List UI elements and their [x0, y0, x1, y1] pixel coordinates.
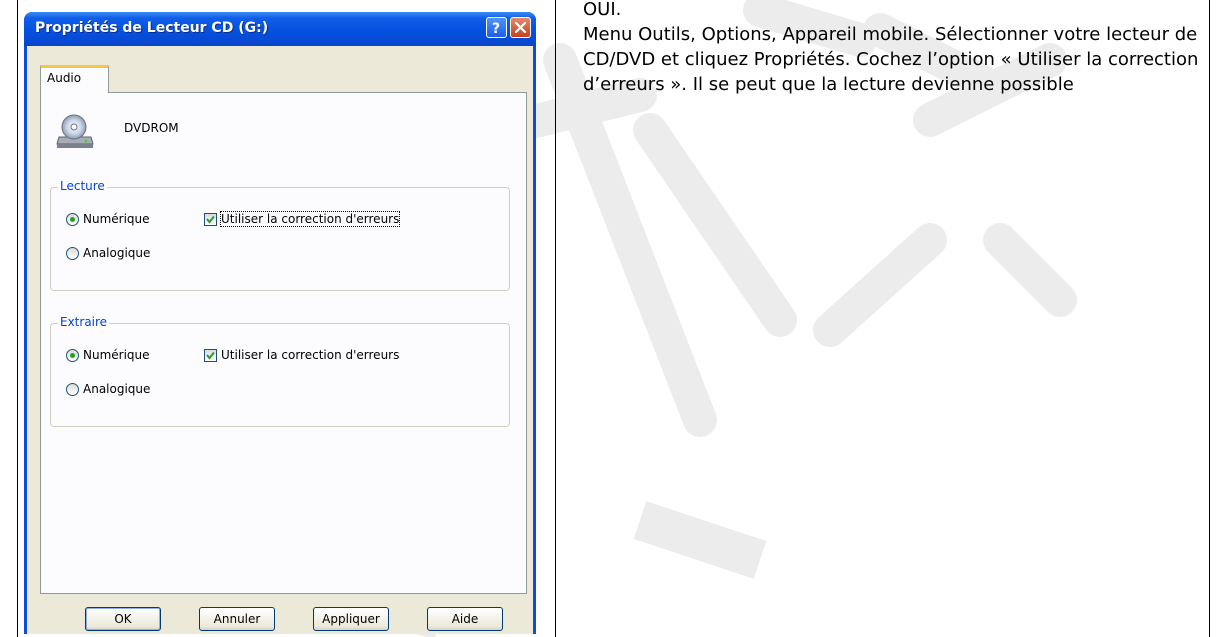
tab-panel-audio: DVDROM Lecture Numérique Analogique Util…: [40, 92, 527, 594]
checkbox-extraire-correction-label[interactable]: Utiliser la correction d'erreurs: [221, 348, 399, 362]
radio-lecture-analogique-label[interactable]: Analogique: [83, 246, 150, 260]
answer-line-2: Menu Outils, Options, Appareil mobile. S…: [583, 24, 1199, 95]
help-text-button[interactable]: Aide: [427, 607, 503, 631]
answer-line-1: OUI.: [583, 0, 622, 20]
groupbox-lecture: Lecture Numérique Analogique Utiliser la…: [50, 179, 510, 291]
apply-button[interactable]: Appliquer: [313, 607, 389, 631]
checkbox-lecture-correction-label[interactable]: Utiliser la correction d'erreurs: [219, 211, 401, 227]
close-button[interactable]: [510, 17, 531, 38]
tab-audio-label: Audio: [47, 71, 82, 85]
help-button[interactable]: ?: [486, 17, 507, 38]
cd-drive-icon: [56, 114, 94, 148]
checkmark-icon: [206, 351, 215, 360]
properties-dialog: Propriétés de Lecteur CD (G:) ? Audio DV…: [24, 12, 536, 634]
ok-button[interactable]: OK: [85, 607, 161, 631]
groupbox-lecture-label: Lecture: [58, 179, 107, 193]
checkbox-lecture-correction[interactable]: [204, 213, 217, 226]
radio-extraire-analogique-label[interactable]: Analogique: [83, 382, 150, 396]
radio-lecture-analogique[interactable]: [66, 247, 79, 260]
help-icon: ?: [492, 21, 500, 37]
radio-lecture-numerique[interactable]: [66, 213, 79, 226]
groupbox-extraire: Extraire Numérique Analogique Utiliser l…: [50, 315, 510, 427]
answer-text: OUI. Menu Outils, Options, Appareil mobi…: [583, 0, 1203, 97]
table-middle-border: [555, 0, 556, 637]
radio-extraire-numerique[interactable]: [66, 349, 79, 362]
radio-extraire-numerique-label[interactable]: Numérique: [83, 348, 150, 362]
cancel-button[interactable]: Annuler: [199, 607, 275, 631]
checkbox-extraire-correction[interactable]: [204, 349, 217, 362]
radio-extraire-analogique[interactable]: [66, 383, 79, 396]
checkmark-icon: [206, 215, 215, 224]
groupbox-extraire-label: Extraire: [58, 315, 110, 329]
close-icon: [514, 21, 527, 34]
title-bar[interactable]: Propriétés de Lecteur CD (G:) ?: [24, 12, 536, 46]
svg-text:?: ?: [492, 21, 500, 37]
dialog-title: Propriétés de Lecteur CD (G:): [35, 20, 269, 36]
dialog-client-area: Audio DVDROM Lecture Numérique Analogiqu…: [27, 46, 533, 634]
radio-lecture-numerique-label[interactable]: Numérique: [83, 212, 150, 226]
table-right-border: [1209, 0, 1210, 637]
device-name: DVDROM: [124, 121, 179, 135]
tab-audio[interactable]: Audio: [40, 65, 109, 93]
table-left-border: [17, 0, 18, 637]
